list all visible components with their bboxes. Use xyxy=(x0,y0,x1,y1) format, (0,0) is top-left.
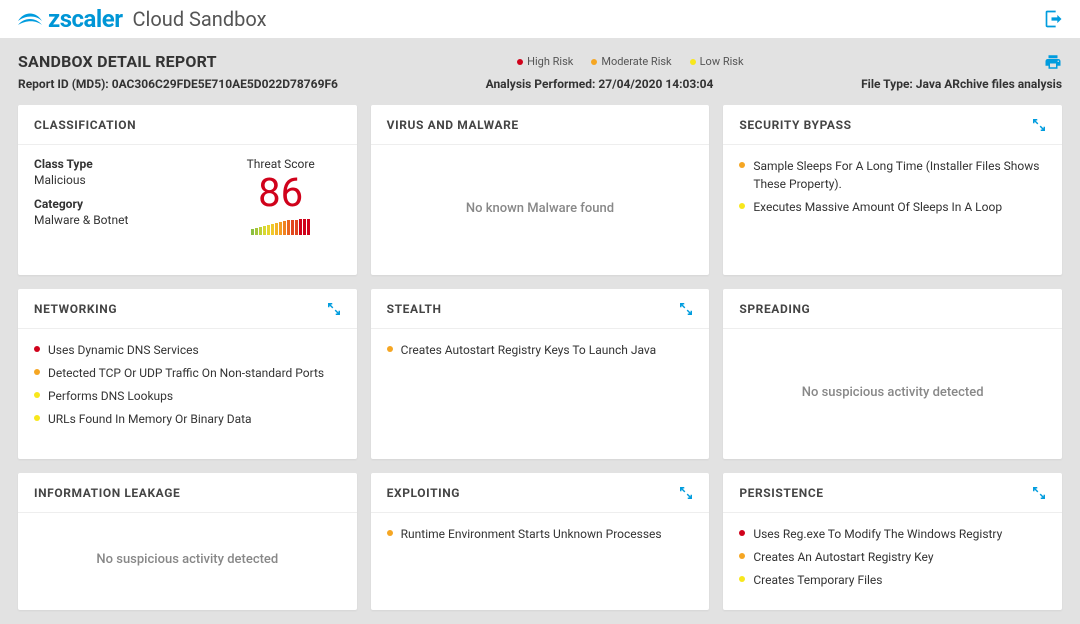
list-item: Detected TCP Or UDP Traffic On Non-stand… xyxy=(34,364,341,382)
header-row: SANDBOX DETAIL REPORT High Risk Moderate… xyxy=(18,52,1062,71)
card-spreading: SPREADING No suspicious activity detecte… xyxy=(723,289,1062,459)
list-item-text: Creates An Autostart Registry Key xyxy=(753,548,933,566)
list-item-text: Creates Autostart Registry Keys To Launc… xyxy=(401,341,657,359)
expand-icon[interactable] xyxy=(679,486,693,500)
empty-message: No suspicious activity detected xyxy=(18,513,357,610)
risk-dot-icon xyxy=(739,576,745,582)
threat-gauge-icon xyxy=(221,219,341,235)
card-title: VIRUS AND MALWARE xyxy=(387,118,519,132)
topbar: zscaler Cloud Sandbox xyxy=(0,0,1080,38)
expand-icon[interactable] xyxy=(327,302,341,316)
file-type: File Type: Java ARchive files analysis xyxy=(861,77,1062,91)
risk-dot-icon xyxy=(739,530,745,536)
card-title: INFORMATION LEAKAGE xyxy=(34,486,180,500)
card-networking: NETWORKING Uses Dynamic DNS Services Dete… xyxy=(18,289,357,459)
zscaler-swoosh-icon xyxy=(16,9,44,29)
brand-name: zscaler xyxy=(48,5,123,33)
risk-dot-icon xyxy=(739,162,745,168)
list-item-text: Uses Reg.exe To Modify The Windows Regis… xyxy=(753,525,1002,543)
page-title: SANDBOX DETAIL REPORT xyxy=(18,52,217,71)
list-item-text: Sample Sleeps For A Long Time (Installer… xyxy=(753,157,1046,193)
risk-dot-icon xyxy=(387,530,393,536)
card-title: STEALTH xyxy=(387,302,442,316)
risk-dot-icon xyxy=(34,392,40,398)
logout-icon[interactable] xyxy=(1044,9,1064,29)
threat-score-value: 86 xyxy=(221,173,341,213)
list-item-text: Detected TCP Or UDP Traffic On Non-stand… xyxy=(48,364,324,382)
meta-row: Report ID (MD5): 0AC306C29FDE5E710AE5D02… xyxy=(18,77,1062,91)
card-title: CLASSIFICATION xyxy=(34,118,136,132)
class-type-value: Malicious xyxy=(34,173,221,187)
list-item-text: Creates Temporary Files xyxy=(753,571,882,589)
risk-dot-icon xyxy=(34,346,40,352)
card-information-leakage: INFORMATION LEAKAGE No suspicious activi… xyxy=(18,473,357,610)
list-item: Creates An Autostart Registry Key xyxy=(739,548,1046,566)
analysis-timestamp: Analysis Performed: 27/04/2020 14:03:04 xyxy=(338,77,861,91)
risk-dot-icon xyxy=(387,346,393,352)
legend-low: Low Risk xyxy=(690,55,744,68)
list-item: Runtime Environment Starts Unknown Proce… xyxy=(387,525,694,543)
risk-dot-icon xyxy=(34,415,40,421)
list-item-text: Uses Dynamic DNS Services xyxy=(48,341,199,359)
list-item: URLs Found In Memory Or Binary Data xyxy=(34,410,341,428)
empty-message: No known Malware found xyxy=(371,145,710,275)
list-item-text: Runtime Environment Starts Unknown Proce… xyxy=(401,525,662,543)
list-item-text: URLs Found In Memory Or Binary Data xyxy=(48,410,252,428)
card-title: NETWORKING xyxy=(34,302,117,316)
print-icon[interactable] xyxy=(1044,53,1062,71)
card-title: SPREADING xyxy=(739,302,810,316)
expand-icon[interactable] xyxy=(1032,118,1046,132)
expand-icon[interactable] xyxy=(1032,486,1046,500)
category-value: Malware & Botnet xyxy=(34,213,221,227)
card-classification: CLASSIFICATION Class Type Malicious Cate… xyxy=(18,105,357,275)
card-persistence: PERSISTENCE Uses Reg.exe To Modify The W… xyxy=(723,473,1062,610)
app-title: Cloud Sandbox xyxy=(133,7,267,31)
expand-icon[interactable] xyxy=(679,302,693,316)
risk-dot-icon xyxy=(34,369,40,375)
card-title: EXPLOITING xyxy=(387,486,460,500)
card-stealth: STEALTH Creates Autostart Registry Keys … xyxy=(371,289,710,459)
risk-legend: High Risk Moderate Risk Low Risk xyxy=(517,55,743,68)
card-exploiting: EXPLOITING Runtime Environment Starts Un… xyxy=(371,473,710,610)
brand-logo: zscaler xyxy=(16,5,123,33)
class-type-label: Class Type xyxy=(34,157,221,171)
list-item: Executes Massive Amount Of Sleeps In A L… xyxy=(739,198,1046,216)
list-item: Uses Dynamic DNS Services xyxy=(34,341,341,359)
empty-message: No suspicious activity detected xyxy=(723,329,1062,459)
card-title: PERSISTENCE xyxy=(739,486,823,500)
risk-dot-icon xyxy=(739,553,745,559)
list-item: Creates Temporary Files xyxy=(739,571,1046,589)
card-virus-malware: VIRUS AND MALWARE No known Malware found xyxy=(371,105,710,275)
card-title: SECURITY BYPASS xyxy=(739,118,851,132)
list-item: Creates Autostart Registry Keys To Launc… xyxy=(387,341,694,359)
legend-moderate: Moderate Risk xyxy=(591,55,671,68)
list-item: Sample Sleeps For A Long Time (Installer… xyxy=(739,157,1046,193)
list-item: Uses Reg.exe To Modify The Windows Regis… xyxy=(739,525,1046,543)
list-item-text: Executes Massive Amount Of Sleeps In A L… xyxy=(753,198,1002,216)
risk-dot-icon xyxy=(739,203,745,209)
cards-grid: CLASSIFICATION Class Type Malicious Cate… xyxy=(18,105,1062,610)
report-id: Report ID (MD5): 0AC306C29FDE5E710AE5D02… xyxy=(18,77,338,91)
card-security-bypass: SECURITY BYPASS Sample Sleeps For A Long… xyxy=(723,105,1062,275)
legend-high: High Risk xyxy=(517,55,573,68)
list-item: Performs DNS Lookups xyxy=(34,387,341,405)
category-label: Category xyxy=(34,197,221,211)
list-item-text: Performs DNS Lookups xyxy=(48,387,173,405)
